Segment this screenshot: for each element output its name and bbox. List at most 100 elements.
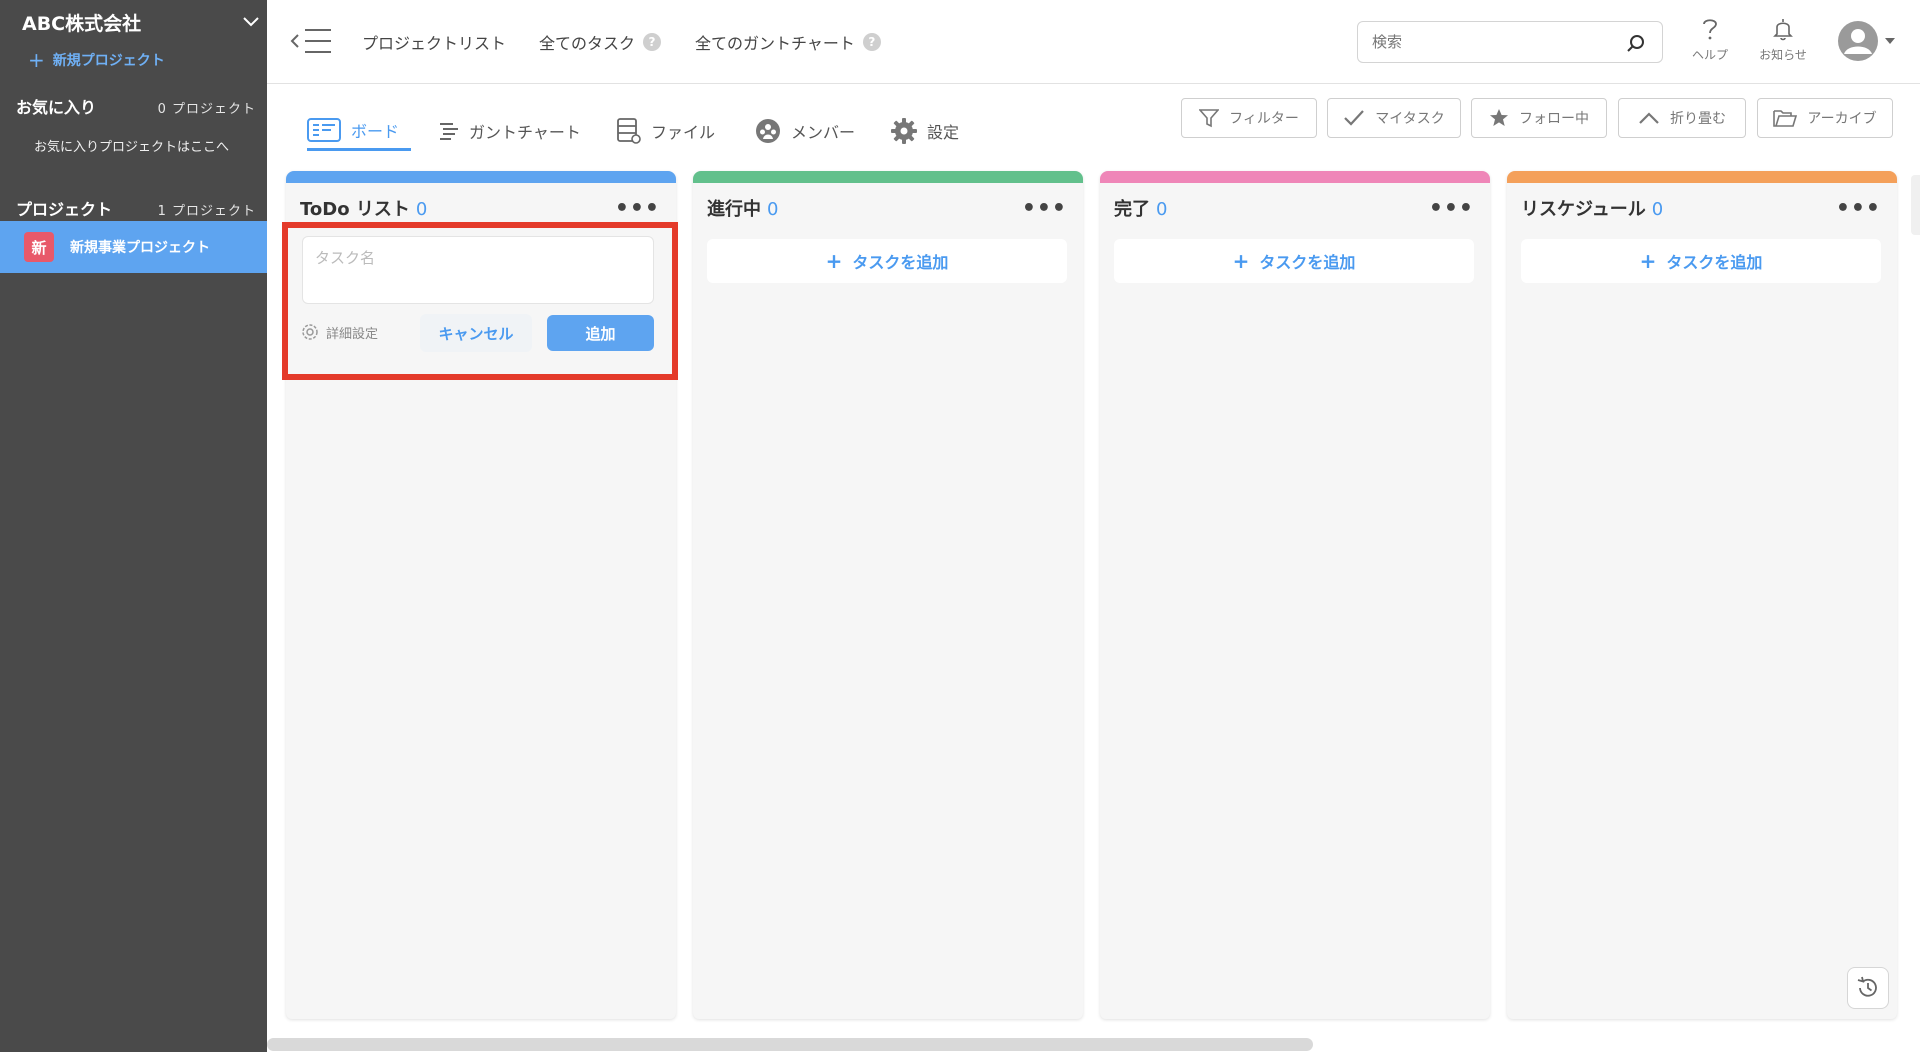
new-project-button[interactable]: + 新規プロジェクト <box>28 50 165 70</box>
project-list-link[interactable]: プロジェクトリスト <box>362 30 506 54</box>
history-icon <box>1857 976 1877 997</box>
more-options-icon[interactable]: ••• <box>1429 196 1474 221</box>
tab-settings-label: 設定 <box>927 123 960 142</box>
tab-files-label: ファイル <box>651 123 716 142</box>
sidebar: ABC株式会社 + 新規プロジェクト お気に入り 0 プロジェクト お気に入りプ… <box>0 0 267 1052</box>
project-name: 新規事業プロジェクト <box>70 240 210 256</box>
help-circle-icon[interactable]: ? <box>862 33 881 51</box>
search-icon[interactable] <box>1626 33 1646 53</box>
file-icon <box>617 118 641 144</box>
horizontal-scrollbar[interactable] <box>267 1038 1313 1051</box>
collapse-sidebar-button[interactable] <box>289 24 335 58</box>
column-color-bar <box>1507 171 1897 183</box>
column-color-bar <box>286 171 676 183</box>
plus-icon: + <box>28 48 45 72</box>
filter-label: フィルター <box>1229 111 1299 127</box>
add-task-label: タスクを追加 <box>1666 253 1763 272</box>
gear-icon <box>891 118 917 144</box>
folder-icon <box>1773 110 1798 127</box>
notifications-button[interactable]: お知らせ <box>1753 16 1813 63</box>
add-task-button[interactable]: + タスクを追加 <box>1521 239 1881 283</box>
my-tasks-label: マイタスク <box>1375 111 1445 127</box>
side-panel-handle[interactable] <box>1911 175 1920 235</box>
tab-gantt[interactable]: ガントチャート <box>439 111 581 151</box>
user-menu[interactable] <box>1837 20 1895 62</box>
column-title: リスケジュール 0 <box>1521 199 1664 220</box>
column-header: 完了 0 ••• <box>1114 195 1474 221</box>
new-project-label: 新規プロジェクト <box>52 53 165 69</box>
tab-board-label: ボード <box>351 121 400 141</box>
column-header: リスケジュール 0 ••• <box>1521 195 1881 221</box>
column-reschedule: リスケジュール 0 ••• + タスクを追加 <box>1507 171 1897 1019</box>
column-in-progress: 進行中 0 ••• + タスクを追加 <box>693 171 1083 1019</box>
chevron-up-icon <box>1639 112 1659 124</box>
tab-members-label: メンバー <box>791 123 856 142</box>
my-tasks-button[interactable]: マイタスク <box>1327 98 1461 138</box>
members-icon <box>756 119 780 143</box>
archive-label: アーカイブ <box>1807 111 1877 127</box>
add-task-button[interactable]: + タスクを追加 <box>1114 239 1474 283</box>
help-button[interactable]: ヘルプ <box>1680 16 1740 63</box>
favorites-empty-note: お気に入りプロジェクトはここへ <box>34 140 230 155</box>
filter-icon <box>1199 109 1220 128</box>
tab-gantt-label: ガントチャート <box>469 123 581 142</box>
following-label: フォロー中 <box>1519 111 1589 127</box>
menu-collapse-icon <box>290 29 331 53</box>
plus-icon: + <box>1232 249 1250 273</box>
column-count: 0 <box>415 199 428 220</box>
tab-board[interactable]: ボード <box>307 111 412 151</box>
project-list-label: プロジェクトリスト <box>362 34 507 53</box>
projects-title: プロジェクト <box>16 200 113 219</box>
chevron-down-icon <box>240 11 262 33</box>
add-task-label: タスクを追加 <box>852 253 949 272</box>
more-options-icon[interactable]: ••• <box>615 196 660 221</box>
column-header: ToDo リスト 0 ••• <box>300 195 660 221</box>
sidebar-item-project[interactable]: 新 新規事業プロジェクト <box>0 221 267 273</box>
all-tasks-label: 全てのタスク <box>539 34 636 53</box>
column-color-bar <box>693 171 1083 183</box>
tab-members[interactable]: メンバー <box>755 111 855 151</box>
favorites-title: お気に入り <box>16 98 97 117</box>
collapse-label: 折り畳む <box>1670 111 1726 127</box>
column-title: 進行中 0 <box>707 199 779 220</box>
bell-icon <box>1773 19 1793 41</box>
column-title: 完了 0 <box>1114 199 1168 220</box>
plus-icon: + <box>1639 249 1657 273</box>
highlight-box <box>282 222 678 380</box>
plus-icon: + <box>825 249 843 273</box>
help-label: ヘルプ <box>1691 48 1728 62</box>
archive-button[interactable]: アーカイブ <box>1757 98 1893 138</box>
filter-button[interactable]: フィルター <box>1181 98 1317 138</box>
more-options-icon[interactable]: ••• <box>1836 196 1881 221</box>
column-header: 進行中 0 ••• <box>707 195 1067 221</box>
search-input[interactable] <box>1372 30 1612 54</box>
company-name: ABC株式会社 <box>22 12 142 35</box>
following-button[interactable]: フォロー中 <box>1471 98 1607 138</box>
tab-files[interactable]: ファイル <box>617 111 715 151</box>
projects-count: 1 プロジェクト <box>157 204 256 219</box>
column-done: 完了 0 ••• + タスクを追加 <box>1100 171 1490 1019</box>
projects-header: プロジェクト 1 プロジェクト <box>16 196 256 220</box>
all-tasks-link[interactable]: 全てのタスク ? <box>539 30 662 54</box>
all-gantt-link[interactable]: 全てのガントチャート ? <box>695 30 881 54</box>
tab-settings[interactable]: 設定 <box>891 111 959 151</box>
history-button[interactable] <box>1847 967 1889 1009</box>
column-color-bar <box>1100 171 1490 183</box>
column-count: 0 <box>1651 199 1664 220</box>
favorites-header: お気に入り 0 プロジェクト <box>16 94 256 118</box>
avatar <box>1838 21 1878 61</box>
column-count: 0 <box>1156 199 1168 220</box>
column-count: 0 <box>767 199 779 220</box>
add-task-button[interactable]: + タスクを追加 <box>707 239 1067 283</box>
company-switcher[interactable]: ABC株式会社 <box>22 8 262 36</box>
question-mark-icon <box>1703 19 1717 40</box>
help-circle-icon[interactable]: ? <box>643 33 662 51</box>
search-box <box>1357 21 1663 63</box>
favorites-count: 0 プロジェクト <box>157 102 256 117</box>
notifications-label: お知らせ <box>1759 48 1807 62</box>
collapse-button[interactable]: 折り畳む <box>1618 98 1746 138</box>
top-bar: プロジェクトリスト 全てのタスク ? 全てのガントチャート ? ヘルプ お知らせ <box>267 0 1920 84</box>
gantt-icon <box>440 123 458 140</box>
more-options-icon[interactable]: ••• <box>1022 196 1067 221</box>
project-tabs: ボード ガントチャート ファイル メンバー 設定 フィルター マイタスク フォロ… <box>267 85 1920 165</box>
